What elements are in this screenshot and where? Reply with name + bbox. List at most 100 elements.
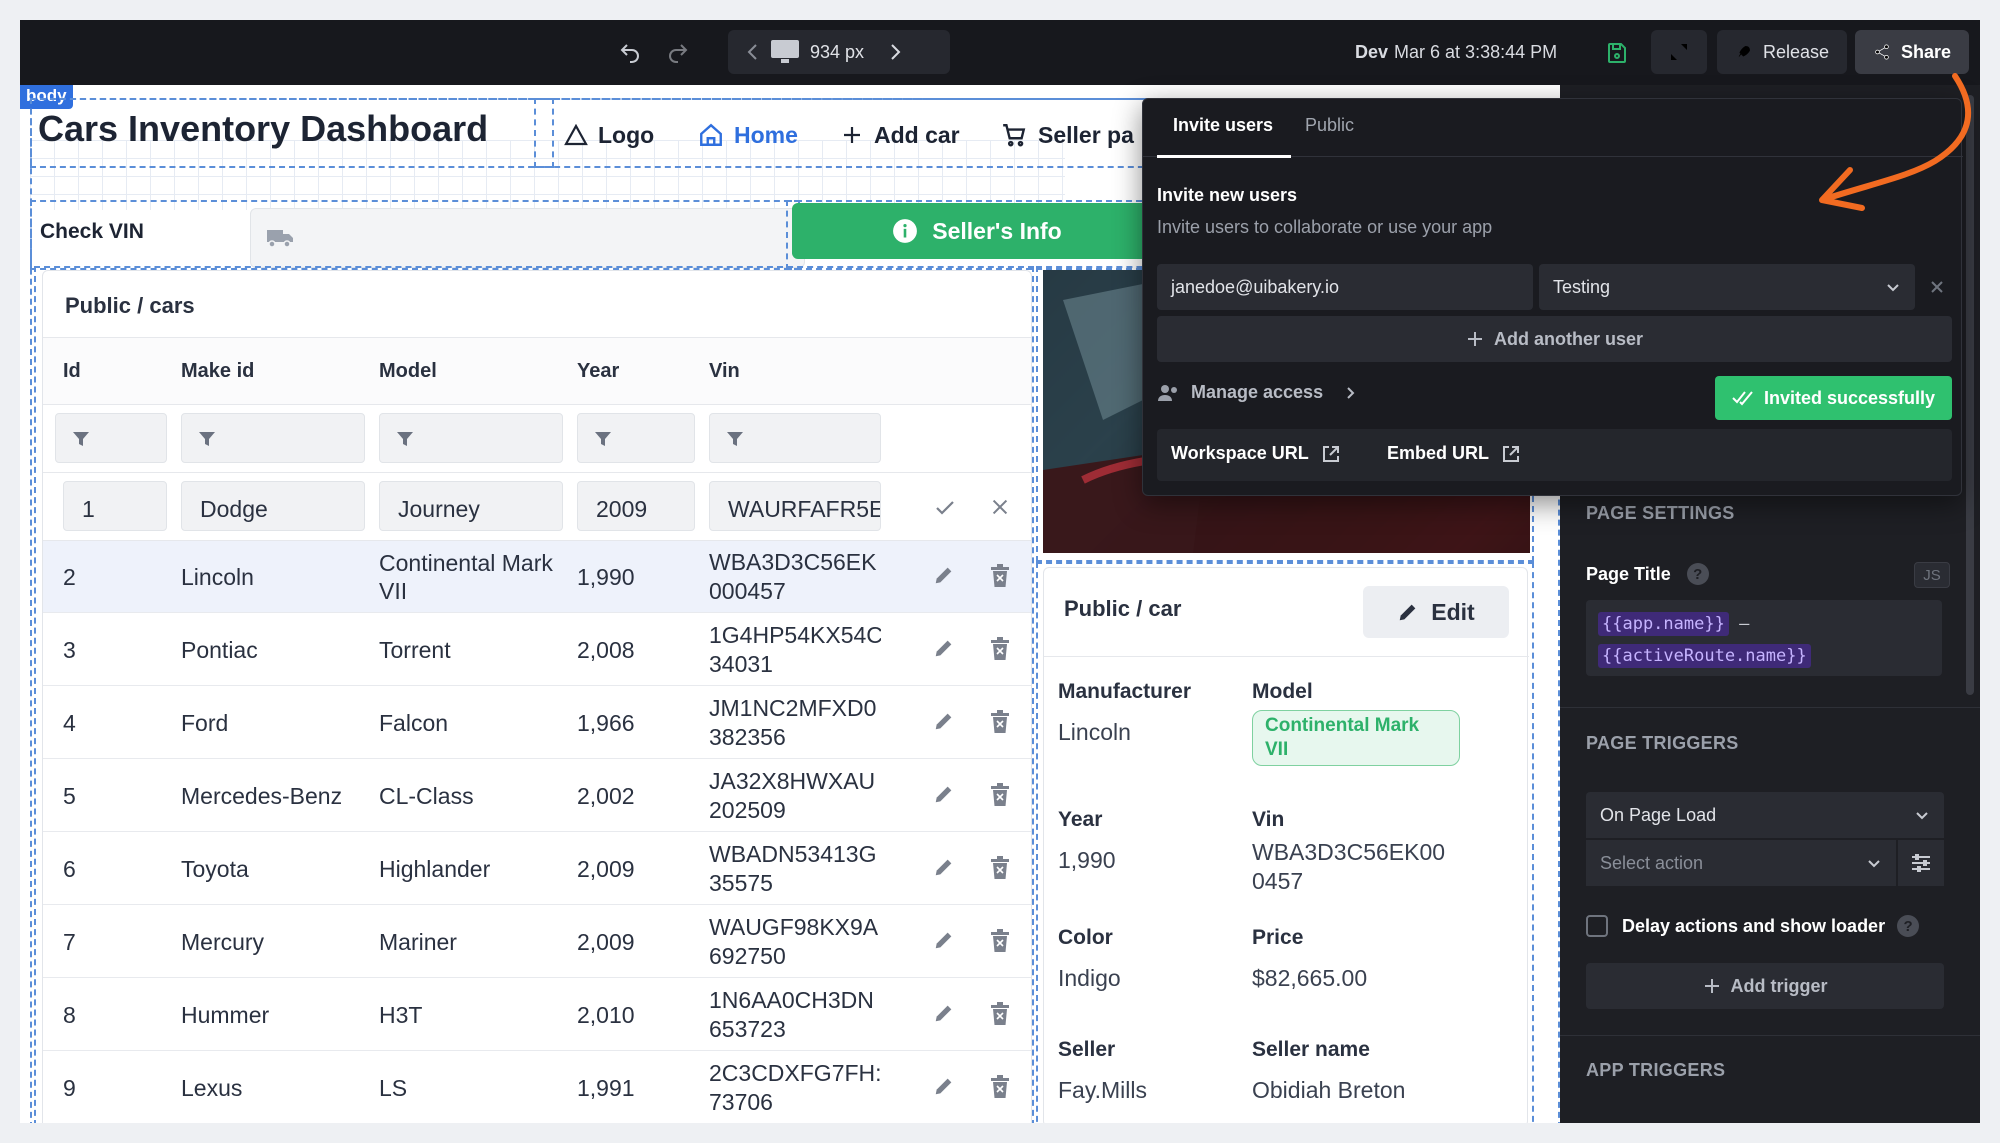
help-icon[interactable]: ?	[1686, 563, 1709, 585]
vin-input[interactable]	[250, 208, 805, 268]
delete-row-icon[interactable]	[989, 856, 1011, 880]
trigger-event-select[interactable]: On Page Load	[1586, 792, 1944, 838]
save-icon[interactable]	[1605, 20, 1629, 85]
remove-user-icon[interactable]	[1929, 279, 1945, 295]
table-row[interactable]: 7 Mercury Mariner 2,009 WAUGF98KX9A 692750	[43, 906, 1031, 978]
delete-row-icon[interactable]	[989, 783, 1011, 807]
edit-row-icon[interactable]	[933, 1002, 955, 1024]
cell-vin: JM1NC2MFXD0 382356	[709, 687, 881, 759]
expression-separator: –	[1728, 614, 1750, 634]
divider	[1560, 707, 1980, 708]
nav-logo[interactable]: Logo	[564, 115, 654, 155]
delete-row-icon[interactable]	[989, 1075, 1011, 1099]
page-title[interactable]: Cars Inventory Dashboard	[38, 108, 488, 150]
invited-label: Invited successfully	[1763, 387, 1936, 408]
close-icon[interactable]	[989, 496, 1011, 518]
table-row[interactable]: 5 Mercedes-Benz CL-Class 2,002 JA32X8HWXAU 20…	[43, 760, 1031, 832]
filter-icon	[199, 432, 215, 446]
add-trigger-button[interactable]: Add trigger	[1586, 963, 1944, 1009]
chevron-right-icon[interactable]	[888, 42, 902, 62]
column-header-make[interactable]: Make id	[181, 360, 254, 383]
add-another-user-button[interactable]: Add another user	[1157, 316, 1952, 362]
table-row[interactable]: 4 Ford Falcon 1,966 JM1NC2MFXD0 382356	[43, 687, 1031, 759]
table-row[interactable]: 8 Hummer H3T 2,010 1N6AA0CH3DN 653723	[43, 979, 1031, 1051]
help-icon[interactable]: ?	[1897, 915, 1920, 937]
check-icon[interactable]	[933, 496, 957, 520]
edit-row-icon[interactable]	[933, 710, 955, 732]
edit-button[interactable]: Edit	[1363, 586, 1509, 638]
filter-vin[interactable]	[709, 413, 881, 463]
edit-make-input[interactable]: Dodge	[181, 481, 365, 531]
car-detail-card: Public / car Edit Manufacturer Lincoln M…	[1043, 567, 1529, 1123]
cell-id: 4	[63, 710, 76, 736]
manage-access-link[interactable]: Manage access	[1157, 382, 1357, 403]
role-select[interactable]: Testing	[1539, 264, 1915, 310]
filter-model[interactable]	[379, 413, 563, 463]
table-row[interactable]: 2 Lincoln Continental Mark VII 1,990 WBA3D3C…	[43, 541, 1031, 613]
delete-row-icon[interactable]	[989, 1002, 1011, 1026]
share-button[interactable]: Share	[1855, 30, 1969, 74]
edit-row-icon[interactable]	[933, 783, 955, 805]
embed-url-label: Embed URL	[1387, 443, 1490, 463]
filter-make[interactable]	[181, 413, 365, 463]
delete-row-icon[interactable]	[989, 637, 1011, 661]
seller-value: Fay.Mills	[1058, 1077, 1148, 1103]
edit-row-icon[interactable]	[933, 564, 955, 586]
cell-vin: WBADN53413G 35575	[709, 833, 881, 905]
nav-home[interactable]: Home	[698, 115, 798, 155]
js-toggle[interactable]: JS	[1914, 562, 1950, 588]
column-header-id[interactable]: Id	[63, 360, 81, 383]
chevron-left-icon[interactable]	[746, 42, 760, 62]
delay-checkbox[interactable]	[1586, 915, 1608, 937]
vin-part-2: 382356	[709, 724, 786, 750]
tab-invite-users[interactable]: Invite users	[1173, 115, 1273, 136]
redo-icon[interactable]	[666, 20, 690, 85]
release-button[interactable]: Release	[1717, 30, 1847, 74]
nav-home-label: Home	[734, 121, 798, 148]
model-badge: Continental Mark VII	[1252, 710, 1460, 766]
edit-row-icon[interactable]	[933, 929, 955, 951]
chevron-down-icon	[1868, 860, 1880, 868]
fullscreen-button[interactable]	[1651, 30, 1707, 74]
cart-icon	[1003, 124, 1026, 147]
cell-model: Continental Mark VII	[379, 550, 553, 604]
delete-row-icon[interactable]	[989, 929, 1011, 953]
page-title-expression[interactable]: {{app.name}} – {{activeRoute.name}}	[1586, 600, 1942, 676]
delete-row-icon[interactable]	[989, 710, 1011, 734]
column-header-model[interactable]: Model	[379, 360, 437, 383]
edit-vin-input[interactable]: WAURFAFR5E	[709, 481, 881, 531]
manufacturer-label: Manufacturer	[1058, 680, 1192, 703]
viewport-switcher[interactable]: 934 px	[728, 30, 950, 74]
workspace-url-link[interactable]: Workspace URL	[1171, 443, 1341, 464]
invited-successfully-button[interactable]: Invited successfully	[1715, 376, 1952, 420]
nav-add-car[interactable]: Add car	[840, 115, 960, 155]
edit-id-input[interactable]: 1	[63, 481, 167, 531]
embed-url-link[interactable]: Embed URL	[1387, 443, 1521, 464]
filter-id[interactable]	[55, 413, 167, 463]
vin-value-line2: 0457	[1252, 868, 1304, 894]
nav-seller-page[interactable]: Seller pa	[1000, 115, 1134, 155]
sellers-info-button[interactable]: Seller's Info	[792, 203, 1162, 259]
action-settings-button[interactable]	[1898, 840, 1944, 886]
table-row[interactable]: 9 Lexus LS 1,991 2C3CDXFG7FH: 73706	[43, 1052, 1031, 1123]
delete-row-icon[interactable]	[989, 564, 1011, 588]
edit-model-input[interactable]: Journey	[379, 481, 563, 531]
filter-year[interactable]	[577, 413, 695, 463]
sellers-info-label: Seller's Info	[932, 217, 1062, 244]
edit-row-icon[interactable]	[933, 637, 955, 659]
edit-year-input[interactable]: 2009	[577, 481, 695, 531]
edit-row-icon[interactable]	[933, 856, 955, 878]
undo-icon[interactable]	[618, 20, 642, 85]
table-row[interactable]: 3 Pontiac Torrent 2,008 1G4HP54KX54C 34031	[43, 614, 1031, 686]
page-settings-heading: PAGE SETTINGS	[1586, 503, 1735, 523]
cell-id: 8	[63, 1002, 76, 1028]
table-row[interactable]: 6 Toyota Highlander 2,009 WBADN53413G 35575	[43, 833, 1031, 905]
column-header-vin[interactable]: Vin	[709, 360, 740, 383]
edit-row-icon[interactable]	[933, 1075, 955, 1097]
cell-id: 6	[63, 856, 76, 882]
select-action-dropdown[interactable]: Select action	[1586, 840, 1896, 886]
column-header-year[interactable]: Year	[577, 360, 619, 383]
email-input[interactable]: janedoe@uibakery.io	[1157, 264, 1533, 310]
tab-public[interactable]: Public	[1305, 115, 1354, 136]
vin-part-2: 34031	[709, 651, 773, 677]
